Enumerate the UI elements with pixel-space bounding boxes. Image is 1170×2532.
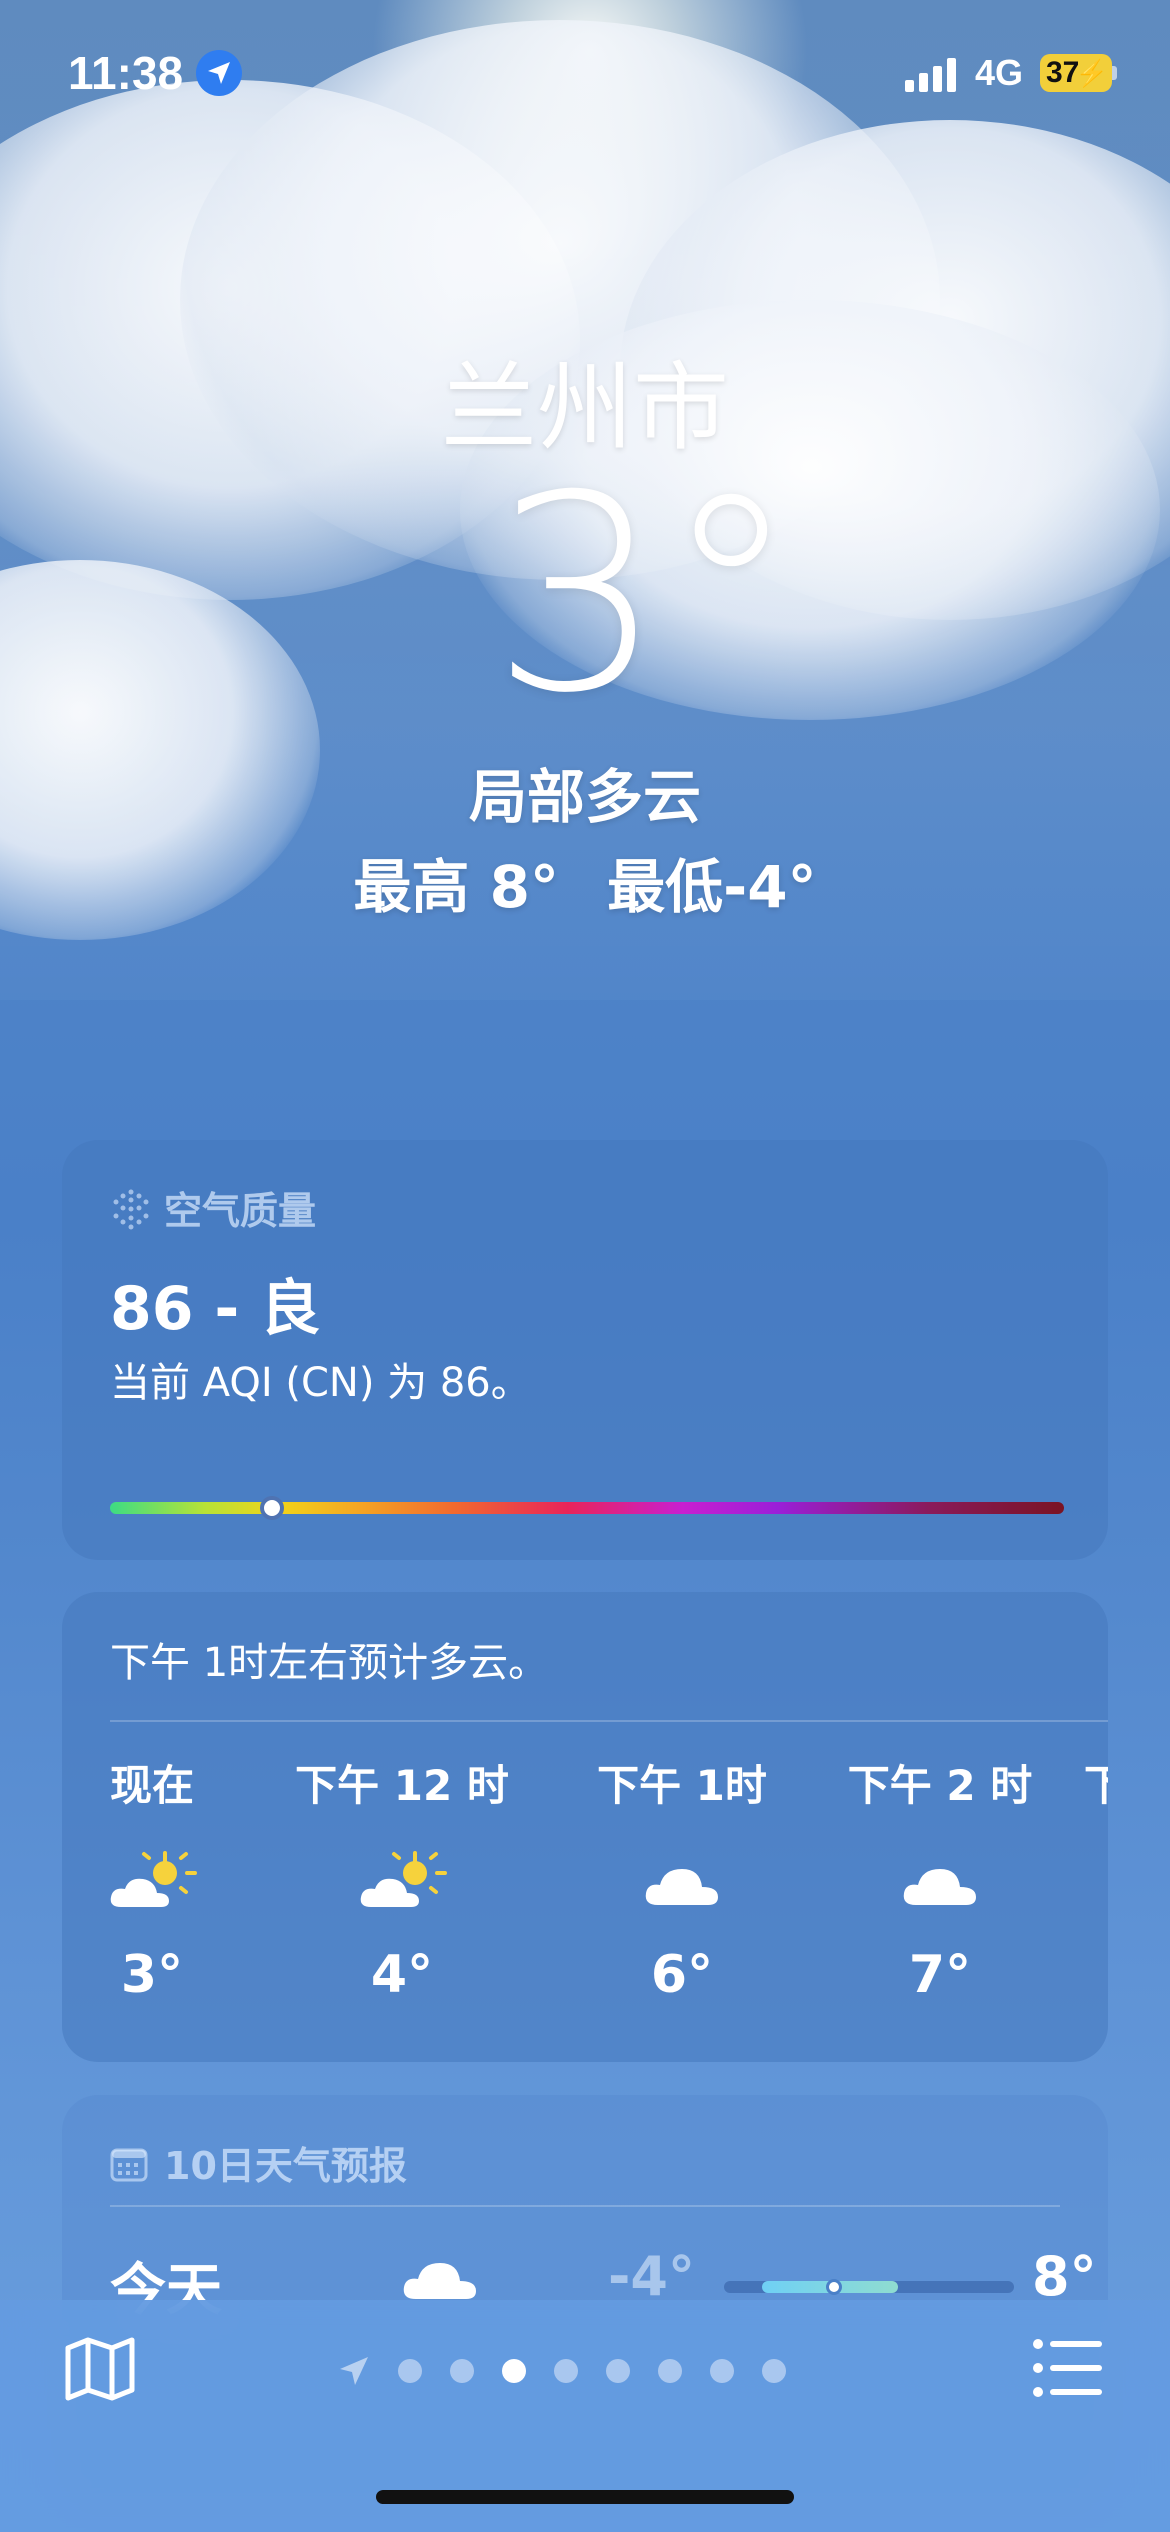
hour-item[interactable]: 下	[1084, 1752, 1108, 1813]
battery-level: 37	[1046, 56, 1080, 89]
hour-temp: 7°	[908, 1945, 972, 2005]
partly-cloudy-sun-icon	[282, 1843, 522, 1923]
ten-day-header: 10日天气预报	[110, 2135, 407, 2191]
hour-temp: 3°	[120, 1945, 184, 2005]
hour-label: 下午 1时	[597, 1761, 767, 1810]
hour-item[interactable]: 现在 3°	[92, 1752, 212, 2005]
hour-label: 现在	[109, 1761, 194, 1810]
calendar-icon	[110, 2146, 152, 2191]
low-temp: 最低-4°	[607, 853, 817, 921]
day-low: -4°	[608, 2245, 695, 2308]
cellular-signal-icon	[905, 58, 956, 92]
high-temp: 最高 8°	[353, 853, 559, 921]
day-high: 8°	[1032, 2245, 1097, 2308]
page-dot[interactable]	[450, 2359, 474, 2383]
page-dot[interactable]	[554, 2359, 578, 2383]
hourly-summary: 下午 1时左右预计多云。	[110, 1640, 549, 1686]
page-dot[interactable]	[762, 2359, 786, 2383]
aqi-description: 当前 AQI (CN) 为 86。	[110, 1360, 531, 1406]
aqi-indicator	[260, 1496, 285, 1520]
battery-charging-icon: 37 ⚡	[1040, 54, 1112, 92]
air-quality-title: 空气质量	[164, 1189, 317, 1233]
current-temperature: 3°	[491, 437, 799, 752]
hour-temp: 6°	[650, 1945, 714, 2005]
hour-temp: 4°	[370, 1945, 434, 2005]
hourly-forecast-card[interactable]: 下午 1时左右预计多云。 现在 3° 下午 12 时 4° 下午 1时 6° 下…	[62, 1592, 1108, 2062]
air-quality-header: 空气质量	[110, 1180, 316, 1239]
hour-label: 下午 12 时	[295, 1761, 509, 1810]
aqi-value: 86 - 良	[110, 1274, 321, 1344]
hour-label: 下午 2 时	[847, 1761, 1033, 1810]
list-icon[interactable]	[1032, 2336, 1104, 2400]
page-indicator[interactable]	[324, 2356, 800, 2386]
page-dot[interactable]	[710, 2359, 734, 2383]
home-indicator[interactable]	[376, 2490, 794, 2504]
map-icon[interactable]	[64, 2332, 136, 2404]
page-dot[interactable]	[606, 2359, 630, 2383]
cloud-icon	[562, 1843, 802, 1923]
aqi-scale-bar	[110, 1502, 1064, 1514]
battery-cap	[1112, 66, 1117, 80]
air-quality-card[interactable]: 空气质量 86 - 良 当前 AQI (CN) 为 86。	[62, 1140, 1108, 1560]
location-arrow-icon	[196, 50, 242, 96]
air-quality-dots-icon	[110, 1188, 152, 1239]
divider	[110, 2205, 1060, 2207]
status-bar: 11:38 4G 37 ⚡	[0, 0, 1170, 150]
status-time: 11:38	[68, 47, 184, 99]
ten-day-title: 10日天气预报	[164, 2144, 407, 2188]
location-arrow-icon[interactable]	[338, 2355, 370, 2387]
page-dot[interactable]	[398, 2359, 422, 2383]
hour-label: 下	[1084, 1761, 1108, 1810]
high-low: 最高 8° 最低-4°	[0, 840, 1170, 924]
page-dot[interactable]	[502, 2359, 526, 2383]
cloud-icon	[820, 1843, 1060, 1923]
partly-cloudy-sun-icon	[92, 1843, 212, 1923]
page-dot[interactable]	[658, 2359, 682, 2383]
hour-item[interactable]: 下午 12 时 4°	[282, 1752, 522, 2005]
divider	[110, 1720, 1108, 1722]
hour-item[interactable]: 下午 1时 6°	[562, 1752, 802, 2005]
day-temp-range-bar	[724, 2279, 1014, 2295]
weather-condition: 局部多云	[468, 763, 701, 831]
bottom-toolbar	[0, 2300, 1170, 2532]
network-type: 4G	[975, 52, 1024, 93]
hour-item[interactable]: 下午 2 时 7°	[820, 1752, 1060, 2005]
